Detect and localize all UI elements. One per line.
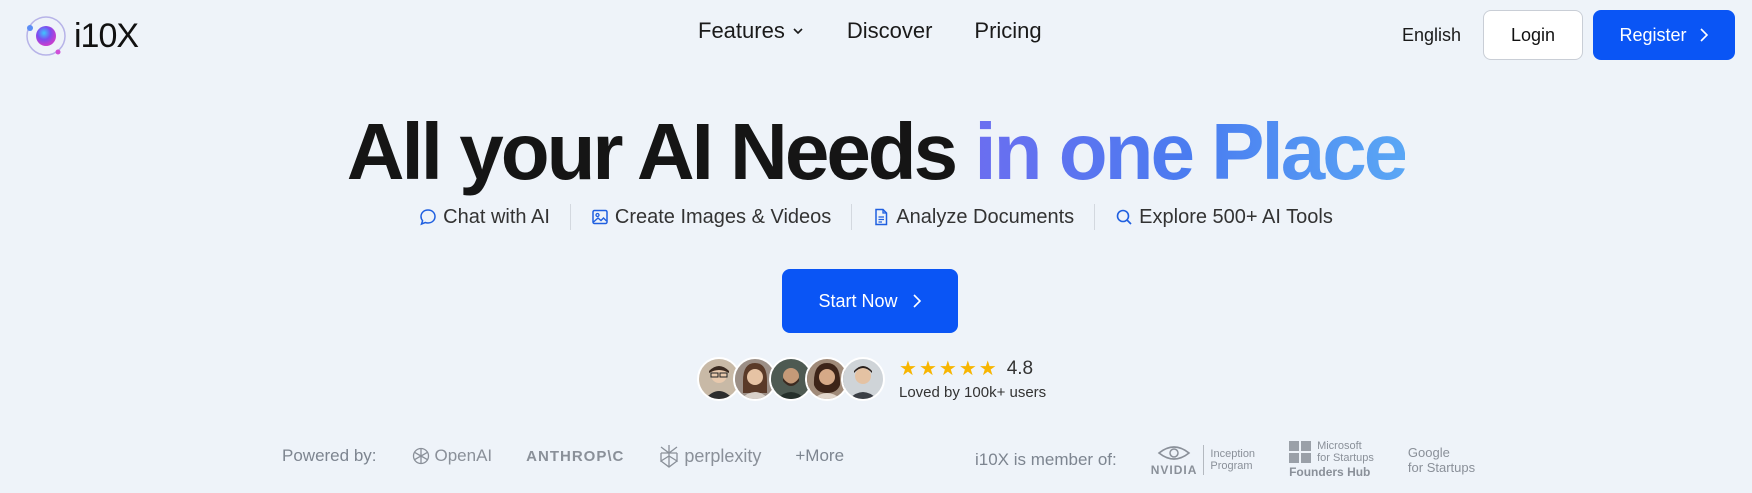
feature-documents-label: Analyze Documents (896, 205, 1075, 228)
chevron-right-icon (912, 294, 921, 308)
image-icon (592, 209, 608, 225)
inception-line1: Inception (1210, 447, 1256, 460)
perplexity-text: perplexity (684, 445, 762, 466)
header: i10X Features Discover Pricing English L… (0, 0, 1752, 70)
nvidia-text: NVIDIA (1150, 462, 1198, 477)
avatar-group (697, 357, 885, 401)
openai-text: OpenAI (434, 446, 493, 465)
star-icon: ★ (938, 357, 957, 380)
divider (1203, 444, 1205, 475)
nvidia-mark: NVIDIA (1151, 443, 1198, 477)
logo[interactable]: i10X (24, 14, 139, 58)
start-now-label: Start Now (818, 290, 898, 311)
feature-list: Chat with AI Create Images & Videos Anal… (0, 204, 1752, 230)
nvidia-inception-logo: NVIDIA Inception Program (1151, 443, 1255, 477)
powered-label: Powered by: (282, 446, 377, 465)
founders-hub-text: Founders Hub (1289, 465, 1371, 479)
feature-images-label: Create Images & Videos (614, 205, 832, 228)
microsoft-text: Microsoft for Startups (1317, 440, 1374, 464)
member-of: i10X is member of: NVIDIA Inception Prog… (975, 440, 1475, 479)
rating-value: 4.8 (1006, 357, 1034, 379)
more-link[interactable]: +More (795, 446, 844, 466)
hero-title-accent: in one Place (974, 107, 1408, 196)
login-label: Login (1510, 24, 1556, 45)
logo-text: i10X (74, 16, 139, 55)
loved-by-text: Loved by 100k+ users (899, 383, 1047, 401)
anthropic-logo: ANTHROP\C (526, 448, 624, 465)
rating-block: ★ ★ ★ ★ ★ 4.8 Loved by 100k+ users (899, 358, 1046, 401)
nvidia-eye-icon (1157, 445, 1191, 460)
chevron-down-icon (793, 28, 803, 35)
powered-by: Powered by: OpenAI ANTHROP\C perplexity … (282, 444, 844, 468)
feature-explore[interactable]: Explore 500+ AI Tools (1095, 206, 1353, 229)
language-selector[interactable]: English (1402, 25, 1461, 46)
social-proof: ★ ★ ★ ★ ★ 4.8 Loved by 100k+ users (697, 357, 1046, 401)
google-startups-logo: Google for Startups (1408, 445, 1475, 475)
openai-icon (412, 447, 429, 465)
perplexity-logo: perplexity (658, 444, 761, 468)
star-icon: ★ (918, 357, 937, 380)
nav-pricing[interactable]: Pricing (974, 18, 1041, 44)
header-actions: English Login Register (1402, 10, 1735, 60)
star-rating: ★ ★ ★ ★ ★ 4.8 (899, 358, 1046, 380)
avatar (841, 357, 885, 401)
openai-logo: OpenAI (411, 446, 493, 466)
chat-bubble-icon (420, 209, 436, 226)
register-button[interactable]: Register (1593, 10, 1735, 60)
feature-chat-label: Chat with AI (443, 205, 550, 228)
register-label: Register (1619, 24, 1687, 45)
perplexity-icon (660, 445, 678, 468)
hero-title-main: All your AI Needs (346, 107, 975, 196)
nav-features[interactable]: Features (698, 18, 805, 44)
inception-line2: Program (1210, 459, 1253, 472)
feature-explore-label: Explore 500+ AI Tools (1139, 205, 1333, 228)
google-line2: for Startups (1407, 459, 1476, 475)
feature-documents[interactable]: Analyze Documents (852, 206, 1094, 229)
chevron-right-icon (1699, 28, 1708, 42)
inception-text: Inception Program (1210, 448, 1255, 472)
hero-title: All your AI Needs in one Place (0, 104, 1752, 200)
member-label: i10X is member of: (975, 449, 1117, 469)
nav-features-label: Features (698, 18, 785, 43)
microsoft-squares-icon (1289, 441, 1312, 463)
microsoft-line2: for Startups (1317, 452, 1374, 464)
start-now-button[interactable]: Start Now (782, 269, 958, 333)
feature-chat[interactable]: Chat with AI (399, 206, 570, 229)
star-icon: ★ (899, 357, 917, 380)
anthropic-text: ANTHROP\C (526, 447, 625, 465)
google-text: Google for Startups (1408, 445, 1475, 475)
nav-discover[interactable]: Discover (847, 18, 933, 44)
main-nav: Features Discover Pricing (698, 18, 1042, 44)
microsoft-line1: Microsoft (1317, 440, 1362, 452)
search-icon (1116, 209, 1132, 225)
star-icon: ★ (958, 357, 977, 380)
feature-images[interactable]: Create Images & Videos (571, 206, 851, 229)
microsoft-founders-logo: Microsoft for Startups Founders Hub (1289, 440, 1374, 479)
google-line1: Google (1407, 444, 1450, 460)
document-icon (875, 208, 888, 226)
star-icon: ★ (978, 357, 997, 380)
login-button[interactable]: Login (1483, 10, 1583, 60)
logo-orb-icon (24, 14, 68, 58)
